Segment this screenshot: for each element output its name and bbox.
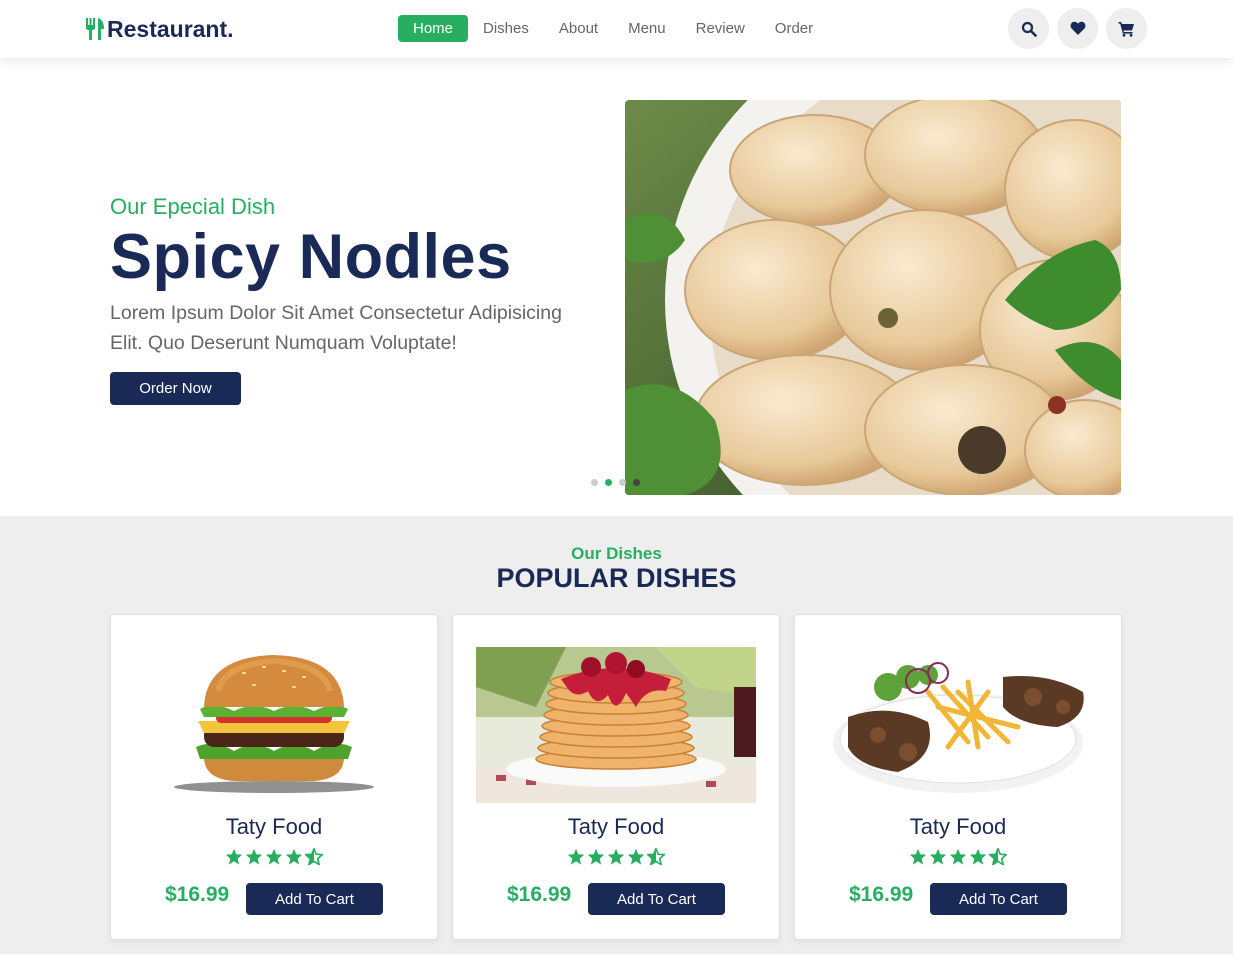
dish-card: Taty Food $16.99 Add To Cart xyxy=(452,614,780,940)
popular-dishes-section: Our Dishes POPULAR DISHES Taty Food $16.… xyxy=(0,516,1233,954)
dish-price: $16.99 xyxy=(849,883,914,906)
cart-button[interactable] xyxy=(1106,8,1147,49)
dish-card: Taty Food $16.99 Add To Cart xyxy=(794,614,1122,940)
star-icon xyxy=(285,848,303,865)
dish-price: $16.99 xyxy=(165,883,230,906)
wishlist-button[interactable] xyxy=(1057,8,1098,49)
slider-dots xyxy=(591,479,640,486)
nav-order[interactable]: Order xyxy=(760,15,828,42)
site-header: Restaurant. Home Dishes About Menu Revie… xyxy=(0,0,1233,58)
slider-dot[interactable] xyxy=(591,479,598,486)
nav-dishes[interactable]: Dishes xyxy=(468,15,544,42)
star-icon xyxy=(567,848,585,865)
hero-subtitle: Our Epecial Dish xyxy=(110,194,276,219)
dish-price: $16.99 xyxy=(507,883,572,906)
star-icon xyxy=(265,848,283,865)
dish-image-pancakes xyxy=(476,647,756,803)
dish-image-steak-fries xyxy=(818,647,1098,803)
hero-description: Lorem Ipsum Dolor Sit Amet Consectetur A… xyxy=(110,302,562,354)
add-to-cart-button[interactable]: Add To Cart xyxy=(246,883,383,915)
star-rating xyxy=(111,848,437,865)
star-icon xyxy=(949,848,967,865)
star-half-icon xyxy=(305,848,323,865)
slider-dot-active[interactable] xyxy=(605,479,612,486)
hero-dish-image xyxy=(625,100,1121,495)
utensils-icon xyxy=(86,18,104,40)
star-half-icon xyxy=(989,848,1007,865)
star-icon xyxy=(587,848,605,865)
dish-image-burger xyxy=(134,647,414,803)
slider-dot[interactable] xyxy=(633,479,640,486)
cart-icon xyxy=(1118,21,1134,37)
star-icon xyxy=(245,848,263,865)
star-icon xyxy=(607,848,625,865)
star-icon xyxy=(929,848,947,865)
logo[interactable]: Restaurant. xyxy=(85,14,234,44)
dish-name: Taty Food xyxy=(225,814,323,839)
star-icon xyxy=(225,848,243,865)
star-half-icon xyxy=(647,848,665,865)
nav-review[interactable]: Review xyxy=(681,15,760,42)
star-icon xyxy=(969,848,987,865)
main-nav: Home Dishes About Menu Review Order xyxy=(398,15,828,42)
hero-section: Our Epecial Dish Spicy Nodles Lorem Ipsu… xyxy=(0,58,1233,516)
add-to-cart-button[interactable]: Add To Cart xyxy=(588,883,725,915)
nav-about[interactable]: About xyxy=(544,15,613,42)
heart-icon xyxy=(1070,21,1085,35)
star-rating xyxy=(453,848,779,865)
section-subtitle: Our Dishes xyxy=(571,544,662,563)
order-now-button[interactable]: Order Now xyxy=(110,372,241,405)
dish-name: Taty Food xyxy=(909,814,1007,839)
logo-text: Restaurant. xyxy=(107,15,234,42)
star-icon xyxy=(909,848,927,865)
section-title: POPULAR DISHES xyxy=(496,563,737,593)
hero-title: Spicy Nodles xyxy=(110,222,512,292)
add-to-cart-button[interactable]: Add To Cart xyxy=(930,883,1067,915)
nav-home[interactable]: Home xyxy=(398,15,469,42)
search-button[interactable] xyxy=(1008,8,1049,49)
star-icon xyxy=(627,848,645,865)
header-icons xyxy=(1008,8,1147,49)
search-icon xyxy=(1021,21,1037,37)
nav-menu[interactable]: Menu xyxy=(613,15,681,42)
dish-name: Taty Food xyxy=(567,814,665,839)
slider-dot[interactable] xyxy=(619,479,626,486)
dish-card: Taty Food $16.99 Add To Cart xyxy=(110,614,438,940)
star-rating xyxy=(795,848,1121,865)
